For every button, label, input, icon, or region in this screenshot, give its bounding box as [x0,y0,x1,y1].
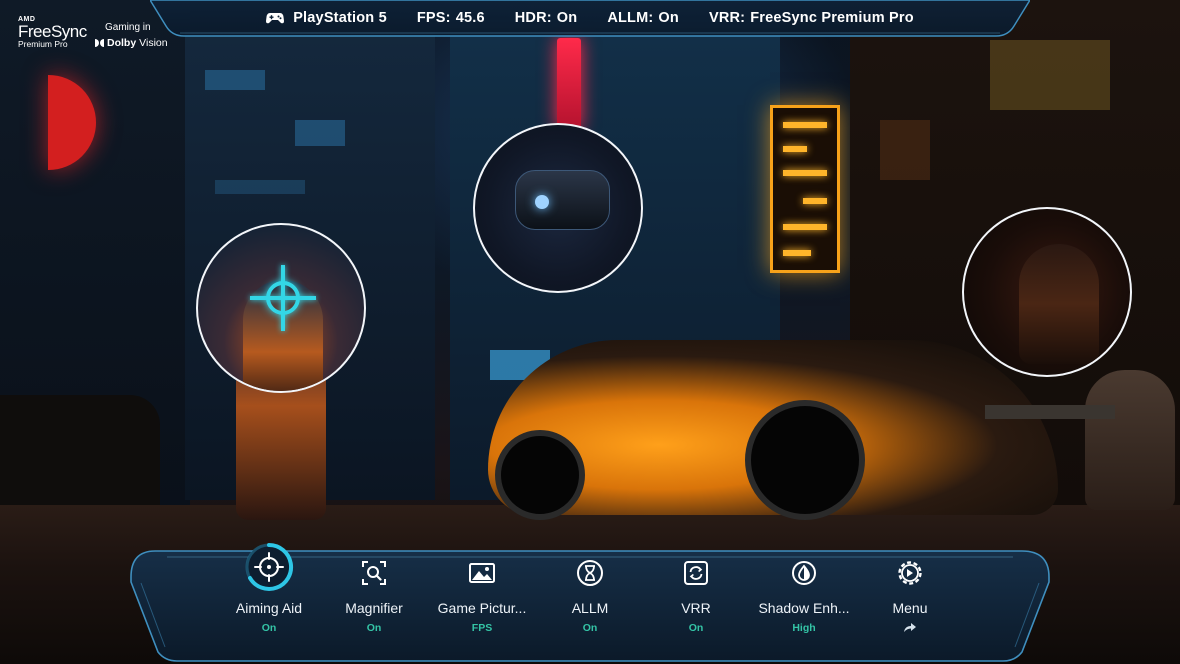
dolby-double-d-icon [95,39,104,48]
freesync-name: FreeSync [18,22,87,41]
picture-icon [469,563,495,583]
fps-indicator: FPS: 45.6 [417,10,485,26]
aiming-aid-label: Aiming Aid [235,600,303,616]
status-bar: PlayStation 5 FPS: 45.6 HDR: On ALLM: On… [150,0,1030,38]
gamepad-icon [266,13,285,24]
game-bar-item-aiming-aid[interactable]: Aiming Aid On [214,527,324,664]
magnifier-lens-drone [473,123,643,293]
magnifier-label: Magnifier [345,600,403,616]
shadow-icon [792,561,816,585]
car-rear-wheel [745,400,865,520]
game-picture-value: FPS [471,622,493,634]
fps-label: FPS: [416,10,451,26]
fps-value: 45.6 [455,10,485,26]
allm-tile-label: ALLM [571,600,609,616]
aiming-aid-lens [196,223,366,393]
neon-red-tube [557,38,581,130]
game-bar-item-allm[interactable]: ALLM On [535,527,645,664]
source-indicator: PlayStation 5 [266,10,387,26]
aiming-aid-value: On [261,622,277,634]
source-label: PlayStation 5 [293,10,387,26]
game-bar-item-shadow-enhancer[interactable]: Shadow Enh... High [749,527,859,664]
game-bar: Aiming Aid On Magnifier On Game Pictur..… [127,527,1053,664]
magnifier-value: On [366,622,382,634]
shadow-enhancer-label: Shadow Enh... [758,600,850,616]
vrr-indicator: VRR: FreeSync Premium Pro [709,10,914,26]
vrr-label: VRR: [708,10,746,26]
allm-indicator: ALLM: On [607,10,679,26]
game-bar-items: Aiming Aid On Magnifier On Game Pictur..… [217,527,967,664]
drone-light [535,195,549,209]
hdr-value: On [556,10,578,26]
dolby-suffix: Vision [139,37,168,49]
allm-value: On [658,10,679,26]
freesync-logo: AMD FreeSync Premium Pro [18,16,87,49]
shadow-enhancer-value: High [792,622,816,634]
magnifier-lens-enemy [962,207,1132,377]
dolby-name: Dolby [107,37,137,49]
refresh-icon [684,561,708,585]
hdr-indicator: HDR: On [515,10,578,26]
enemy-soldier [1085,370,1175,510]
game-bar-item-vrr[interactable]: VRR On [641,527,751,664]
vrr-tile-value: On [688,622,704,634]
drone [515,170,610,230]
menu-label: Menu [892,600,928,616]
enemy-rifle [985,405,1115,419]
settings-icon [898,561,922,585]
game-picture-label: Game Pictur... [437,600,527,616]
hourglass-icon [577,560,603,586]
hdr-label: HDR: [514,10,552,26]
game-bar-item-game-picture[interactable]: Game Pictur... FPS [427,527,537,664]
magnifier-icon [362,561,386,585]
vrr-value: FreeSync Premium Pro [750,10,914,26]
game-bar-item-menu[interactable]: Menu [855,527,965,664]
arrow-forward-icon [904,623,916,632]
freesync-tier: Premium Pro [18,39,68,49]
debris-left [0,395,160,505]
allm-tile-value: On [582,622,598,634]
allm-label: ALLM: [607,10,654,26]
crosshair-icon [245,542,294,591]
neon-gold-sign [770,105,840,273]
game-bar-item-magnifier[interactable]: Magnifier On [319,527,429,664]
car-front-wheel [495,430,585,520]
vrr-tile-label: VRR [681,600,711,616]
crosshair-overlay-icon [250,265,316,331]
